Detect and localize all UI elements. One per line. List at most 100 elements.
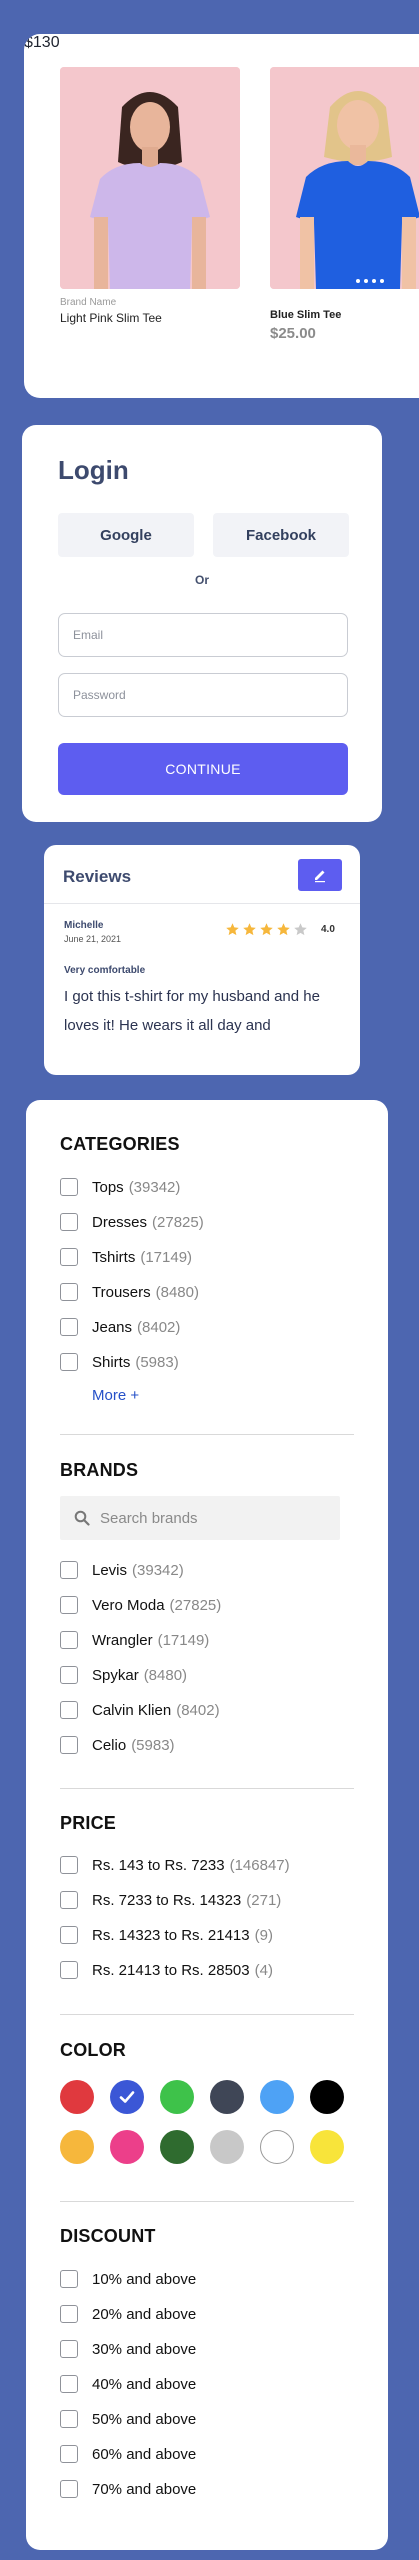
- carousel-dots[interactable]: [356, 279, 384, 283]
- color-swatch-green[interactable]: [160, 2080, 194, 2114]
- brand-option[interactable]: Calvin Klien (8402): [60, 1699, 220, 1721]
- star-icon: [243, 923, 256, 936]
- product-brand: [270, 297, 419, 309]
- category-option[interactable]: Tshirts (17149): [60, 1246, 192, 1268]
- login-card: Login Google Facebook Or CONTINUE: [22, 425, 382, 822]
- discount-option[interactable]: 60% and above: [60, 2443, 196, 2465]
- checkbox[interactable]: [60, 1561, 78, 1579]
- reviews-title: Reviews: [63, 867, 132, 886]
- discount-option[interactable]: 50% and above: [60, 2408, 196, 2430]
- color-swatch-yellow[interactable]: [310, 2130, 344, 2164]
- star-rating: [225, 922, 308, 937]
- google-button[interactable]: Google: [58, 513, 194, 557]
- category-option[interactable]: Tops (39342): [60, 1176, 180, 1198]
- color-swatch-sky-blue[interactable]: [260, 2080, 294, 2114]
- product-name: Blue Slim Tee: [270, 309, 342, 321]
- categories-title: CATEGORIES: [60, 1134, 180, 1154]
- checkbox[interactable]: [60, 1213, 78, 1231]
- checkbox[interactable]: [60, 1926, 78, 1944]
- more-categories-link[interactable]: More +: [92, 1387, 139, 1404]
- category-option[interactable]: Jeans (8402): [60, 1316, 180, 1338]
- divider: [44, 903, 360, 904]
- color-swatch-dark-green[interactable]: [160, 2130, 194, 2164]
- brand-search-input[interactable]: [100, 1509, 320, 1527]
- checkbox[interactable]: [60, 2375, 78, 2393]
- divider: [60, 1434, 354, 1435]
- product-card-blue-tee[interactable]: Blue Slim Tee $25.00: [270, 67, 419, 342]
- price-option[interactable]: Rs. 7233 to Rs. 14323 (271): [60, 1889, 281, 1911]
- checkbox[interactable]: [60, 2270, 78, 2288]
- checkbox[interactable]: [60, 2305, 78, 2323]
- pencil-icon: [315, 870, 325, 883]
- checkmark-icon: [119, 2091, 135, 2103]
- reviewer-name: Michelle: [64, 920, 104, 931]
- discount-option[interactable]: 20% and above: [60, 2303, 196, 2325]
- checkbox[interactable]: [60, 1248, 78, 1266]
- color-swatch-amber[interactable]: [60, 2130, 94, 2164]
- review-title: Very comfortable: [64, 965, 146, 976]
- product-brand: Brand Name: [60, 297, 117, 308]
- star-icon: [260, 923, 273, 936]
- checkbox[interactable]: [60, 2480, 78, 2498]
- color-swatch-black[interactable]: [310, 2080, 344, 2114]
- email-field[interactable]: [58, 613, 348, 657]
- price-title: PRICE: [60, 1813, 117, 1833]
- checkbox[interactable]: [60, 2445, 78, 2463]
- or-divider: Or: [194, 573, 209, 587]
- product-card-light-pink-tee[interactable]: Brand Name Light Pink Slim Tee: [60, 67, 240, 325]
- price-option[interactable]: Rs. 21413 to Rs. 28503 (4): [60, 1959, 273, 1981]
- category-option[interactable]: Trousers (8480): [60, 1281, 199, 1303]
- price-option[interactable]: Rs. 143 to Rs. 7233 (146847): [60, 1854, 290, 1876]
- divider: [60, 1788, 354, 1789]
- star-icon: [277, 923, 290, 936]
- discount-option[interactable]: 70% and above: [60, 2478, 196, 2500]
- color-swatch-white[interactable]: [260, 2130, 294, 2164]
- checkbox[interactable]: [60, 1856, 78, 1874]
- brand-option[interactable]: Spykar (8480): [60, 1664, 187, 1686]
- discount-option[interactable]: 40% and above: [60, 2373, 196, 2395]
- discount-option[interactable]: 30% and above: [60, 2338, 196, 2360]
- checkbox[interactable]: [60, 1178, 78, 1196]
- product-image-blue-tee[interactable]: [270, 67, 419, 289]
- price-option[interactable]: Rs. 14323 to Rs. 21413 (9): [60, 1924, 273, 1946]
- checkbox[interactable]: [60, 1891, 78, 1909]
- filters-panel: CATEGORIES Tops (39342) Dresses (27825) Ts…: [26, 1100, 388, 2550]
- write-review-button[interactable]: [298, 859, 342, 891]
- checkbox[interactable]: [60, 1701, 78, 1719]
- category-option[interactable]: Dresses (27825): [60, 1211, 204, 1233]
- brand-option[interactable]: Celio (5983): [60, 1734, 175, 1756]
- divider: [60, 2014, 354, 2015]
- checkbox[interactable]: [60, 1283, 78, 1301]
- checkbox[interactable]: [60, 1353, 78, 1371]
- category-option[interactable]: Shirts (5983): [60, 1351, 179, 1373]
- reviews-card: Reviews Michelle June 21, 2021 4.0 Very …: [44, 845, 360, 1075]
- brand-option[interactable]: Vero Moda (27825): [60, 1594, 221, 1616]
- checkbox[interactable]: [60, 1736, 78, 1754]
- color-swatch-red[interactable]: [60, 2080, 94, 2114]
- star-icon: [226, 923, 239, 936]
- product-carousel: Brand Name Light Pink Slim Tee $130 Blue…: [24, 34, 419, 398]
- checkbox[interactable]: [60, 1666, 78, 1684]
- color-swatch-blue[interactable]: [110, 2080, 144, 2114]
- facebook-button[interactable]: Facebook: [213, 513, 349, 557]
- product-name: Light Pink Slim Tee: [60, 311, 162, 325]
- review-date: June 21, 2021: [64, 934, 122, 944]
- discount-option[interactable]: 10% and above: [60, 2268, 196, 2290]
- checkbox[interactable]: [60, 1596, 78, 1614]
- checkbox[interactable]: [60, 2410, 78, 2428]
- color-swatch-pink[interactable]: [110, 2130, 144, 2164]
- brand-search[interactable]: [60, 1496, 340, 1540]
- brand-option[interactable]: Levis (39342): [60, 1559, 184, 1581]
- checkbox[interactable]: [60, 1961, 78, 1979]
- product-image-light-pink-tee[interactable]: [60, 67, 240, 289]
- continue-button[interactable]: CONTINUE: [58, 743, 348, 795]
- checkbox[interactable]: [60, 2340, 78, 2358]
- brand-option[interactable]: Wrangler (17149): [60, 1629, 209, 1651]
- password-field[interactable]: [58, 673, 348, 717]
- product-price: $25.00: [270, 325, 316, 342]
- discount-title: DISCOUNT: [60, 2226, 156, 2246]
- checkbox[interactable]: [60, 1318, 78, 1336]
- checkbox[interactable]: [60, 1631, 78, 1649]
- color-swatch-slate[interactable]: [210, 2080, 244, 2114]
- color-swatch-light-gray[interactable]: [210, 2130, 244, 2164]
